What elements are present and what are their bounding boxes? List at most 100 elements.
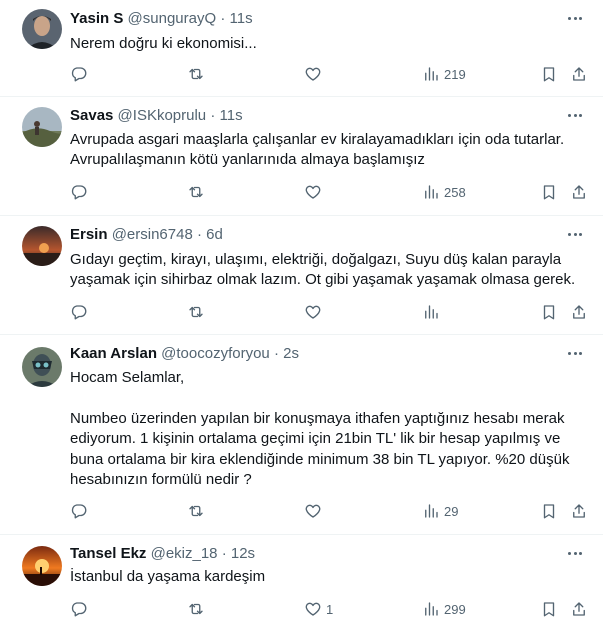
more-options-icon[interactable] bbox=[565, 343, 585, 363]
user-handle[interactable]: @ISKkoprulu bbox=[118, 107, 207, 124]
avatar[interactable] bbox=[22, 226, 62, 266]
retweet-button[interactable] bbox=[187, 301, 209, 323]
share-button[interactable] bbox=[570, 500, 588, 522]
retweet-button[interactable] bbox=[187, 598, 209, 620]
display-name[interactable]: Kaan Arslan bbox=[70, 345, 157, 362]
retweet-icon bbox=[189, 306, 203, 318]
views-button[interactable]: 258 bbox=[422, 181, 466, 203]
like-button[interactable] bbox=[304, 181, 326, 203]
views-button[interactable] bbox=[422, 301, 444, 323]
share-icon bbox=[573, 185, 585, 199]
bookmark-button[interactable] bbox=[540, 598, 558, 620]
share-button[interactable] bbox=[570, 181, 588, 203]
reply-button[interactable] bbox=[70, 500, 92, 522]
user-handle[interactable]: @toocozyforyou bbox=[161, 345, 270, 362]
display-name[interactable]: Savas bbox=[70, 107, 113, 124]
more-options-icon[interactable] bbox=[565, 543, 585, 563]
tweet-header: Kaan Arslan @toocozyforyou · 2s bbox=[70, 345, 299, 363]
bookmark-button[interactable] bbox=[540, 63, 558, 85]
avatar[interactable] bbox=[22, 9, 62, 49]
reply-button[interactable] bbox=[70, 598, 92, 620]
tweet-card[interactable]: Savas @ISKkoprulu · 11s Avrupada asgari … bbox=[0, 97, 603, 216]
views-button[interactable]: 219 bbox=[422, 63, 466, 85]
tweet-header: Savas @ISKkoprulu · 11s bbox=[70, 107, 243, 125]
share-button[interactable] bbox=[570, 598, 588, 620]
share-button[interactable] bbox=[570, 301, 588, 323]
share-icon bbox=[573, 504, 585, 518]
share-button[interactable] bbox=[570, 63, 588, 85]
like-button[interactable] bbox=[304, 500, 326, 522]
more-options-icon[interactable] bbox=[565, 224, 585, 244]
views-count: 299 bbox=[444, 601, 466, 617]
like-button[interactable] bbox=[304, 301, 326, 323]
display-name[interactable]: Tansel Ekz bbox=[70, 545, 146, 562]
like-count: 1 bbox=[326, 601, 334, 617]
tweet-card[interactable]: Ersin @ersin6748 · 6d Gıdayı geçtim, kir… bbox=[0, 216, 603, 335]
like-button[interactable]: 1 bbox=[304, 598, 333, 620]
retweet-button[interactable] bbox=[187, 500, 209, 522]
separator-dot: · bbox=[220, 10, 226, 27]
avatar[interactable] bbox=[22, 107, 62, 147]
like-button[interactable] bbox=[304, 63, 326, 85]
reply-button[interactable] bbox=[70, 181, 92, 203]
bookmark-button[interactable] bbox=[540, 500, 558, 522]
retweet-icon bbox=[189, 68, 203, 80]
user-handle[interactable]: @ersin6748 bbox=[112, 226, 193, 243]
reply-feed: Yasin S @sungurayQ · 11s Nerem doğru ki … bbox=[0, 0, 613, 632]
bookmark-button[interactable] bbox=[540, 181, 558, 203]
reply-icon bbox=[71, 305, 87, 320]
tweet-card[interactable]: Tansel Ekz @ekiz_18 · 12s İstanbul da ya… bbox=[0, 535, 603, 632]
views-count: 258 bbox=[444, 184, 466, 200]
separator-dot: · bbox=[196, 226, 202, 243]
tweet-header: Yasin S @sungurayQ · 11s bbox=[70, 10, 253, 28]
avatar[interactable] bbox=[22, 546, 62, 586]
tweet-timestamp[interactable]: 11s bbox=[230, 10, 253, 27]
tweet-actions: 219 bbox=[60, 63, 605, 85]
tweet-card[interactable]: Kaan Arslan @toocozyforyou · 2s Hocam Se… bbox=[0, 335, 603, 535]
tweet-header: Ersin @ersin6748 · 6d bbox=[70, 226, 223, 244]
views-icon bbox=[425, 67, 438, 81]
share-icon bbox=[573, 305, 585, 319]
tweet-actions: 258 bbox=[60, 181, 605, 203]
like-icon bbox=[305, 305, 321, 319]
tweet-timestamp[interactable]: 11s bbox=[220, 107, 243, 124]
reply-button[interactable] bbox=[70, 301, 92, 323]
tweet-timestamp[interactable]: 6d bbox=[206, 226, 223, 243]
retweet-button[interactable] bbox=[187, 63, 209, 85]
display-name[interactable]: Ersin bbox=[70, 226, 108, 243]
retweet-button[interactable] bbox=[187, 181, 209, 203]
separator-dot: · bbox=[273, 345, 279, 362]
display-name[interactable]: Yasin S bbox=[70, 10, 123, 27]
tweet-actions: 1 299 bbox=[60, 598, 605, 620]
views-button[interactable]: 299 bbox=[422, 598, 466, 620]
tweet-text: Hocam Selamlar, Numbeo üzerinden yapılan… bbox=[70, 369, 570, 489]
more-options-icon[interactable] bbox=[565, 105, 585, 125]
bookmark-icon bbox=[543, 67, 555, 82]
views-count: 29 bbox=[444, 503, 459, 519]
tweet-card[interactable]: Yasin S @sungurayQ · 11s Nerem doğru ki … bbox=[0, 0, 603, 97]
retweet-icon bbox=[189, 505, 203, 517]
bookmark-icon bbox=[543, 305, 555, 320]
tweet-text: Avrupada asgari maaşlarla çalışanlar ev … bbox=[70, 131, 565, 169]
tweet-timestamp[interactable]: 12s bbox=[231, 545, 255, 562]
views-button[interactable]: 29 bbox=[422, 500, 458, 522]
views-count: 219 bbox=[444, 66, 466, 82]
reply-icon bbox=[71, 602, 87, 617]
bookmark-icon bbox=[543, 185, 555, 200]
avatar[interactable] bbox=[22, 347, 62, 387]
reply-button[interactable] bbox=[70, 63, 92, 85]
bookmark-icon bbox=[543, 504, 555, 519]
more-options-icon[interactable] bbox=[565, 8, 585, 28]
bookmark-button[interactable] bbox=[540, 301, 558, 323]
tweet-text: Nerem doğru ki ekonomisi... bbox=[70, 35, 257, 52]
user-handle[interactable]: @ekiz_18 bbox=[151, 545, 218, 562]
views-icon bbox=[425, 305, 438, 319]
views-icon bbox=[425, 602, 438, 616]
separator-dot: · bbox=[221, 545, 227, 562]
retweet-icon bbox=[189, 603, 203, 615]
tweet-timestamp[interactable]: 2s bbox=[283, 345, 299, 362]
share-icon bbox=[573, 67, 585, 81]
tweet-text: Gıdayı geçtim, kirayı, ulaşımı, elektriğ… bbox=[70, 251, 576, 289]
tweet-text: İstanbul da yaşama kardeşim bbox=[70, 568, 266, 585]
user-handle[interactable]: @sungurayQ bbox=[128, 10, 217, 27]
